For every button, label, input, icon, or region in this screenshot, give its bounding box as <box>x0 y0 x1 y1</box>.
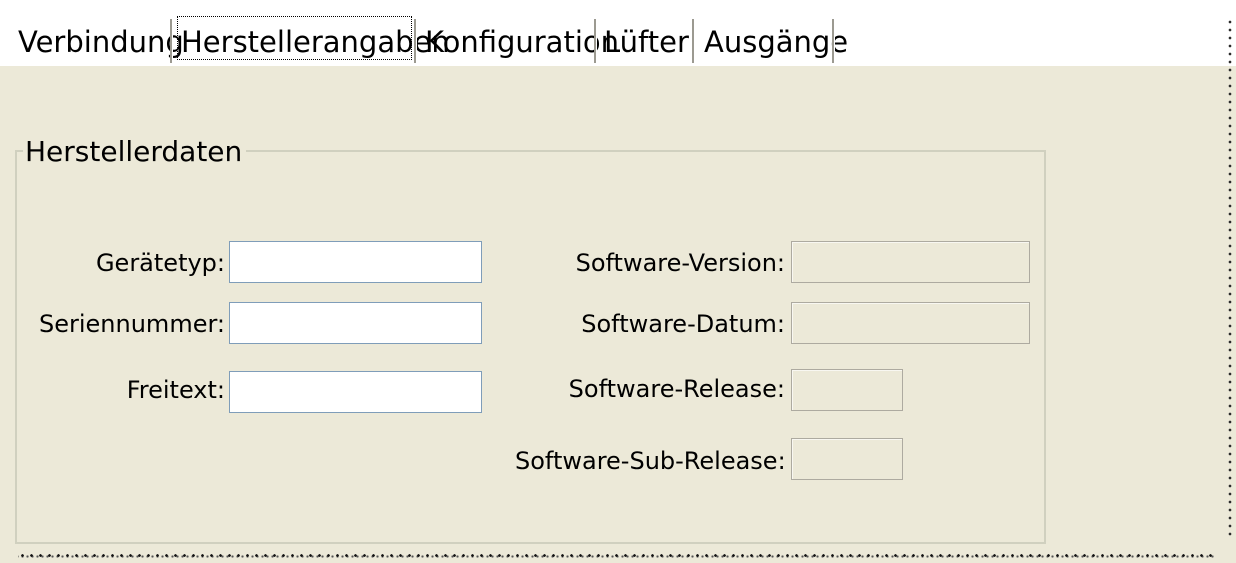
software-sub-release-label: Software-Sub-Release: <box>515 447 786 475</box>
software-datum-label: Software-Datum: <box>581 310 785 338</box>
tab-separator <box>692 19 695 63</box>
geraetetyp-label: Gerätetyp: <box>95 249 225 277</box>
tab-verbindung[interactable]: Verbindung <box>18 0 184 66</box>
seriennummer-label: Seriennummer: <box>39 310 225 338</box>
tab-luefter[interactable]: Lüfter <box>604 0 689 66</box>
right-edge-dotted-border <box>1228 18 1232 538</box>
tab-herstellerangaben[interactable]: Herstellerangaben <box>177 0 450 66</box>
device-settings-window: Verbindung Herstellerangaben Konfigurati… <box>0 0 1236 563</box>
tab-separator <box>170 19 173 63</box>
tab-separator <box>832 19 835 63</box>
software-version-field[interactable] <box>791 241 1030 283</box>
geraetetyp-field[interactable] <box>229 241 482 283</box>
herstellerdaten-groupbox <box>15 150 1046 544</box>
seriennummer-field[interactable] <box>229 302 482 344</box>
freitext-field[interactable] <box>229 371 482 413</box>
tab-separator <box>414 19 417 63</box>
tab-separator <box>594 19 597 63</box>
tab-focus-outline <box>177 16 412 60</box>
software-sub-release-field[interactable] <box>791 438 903 480</box>
bottom-edge-noise <box>18 552 1216 559</box>
tab-ausgaenge[interactable]: Ausgänge <box>704 0 848 66</box>
settings-tab-strip: Verbindung Herstellerangaben Konfigurati… <box>0 0 1236 66</box>
tab-konfiguration[interactable]: Konfiguration <box>425 0 619 66</box>
software-release-label: Software-Release: <box>568 375 785 403</box>
software-version-label: Software-Version: <box>575 249 785 277</box>
software-datum-field[interactable] <box>791 302 1030 344</box>
freitext-label: Freitext: <box>126 376 225 404</box>
software-release-field[interactable] <box>791 369 903 411</box>
groupbox-title: Herstellerdaten <box>23 135 247 169</box>
